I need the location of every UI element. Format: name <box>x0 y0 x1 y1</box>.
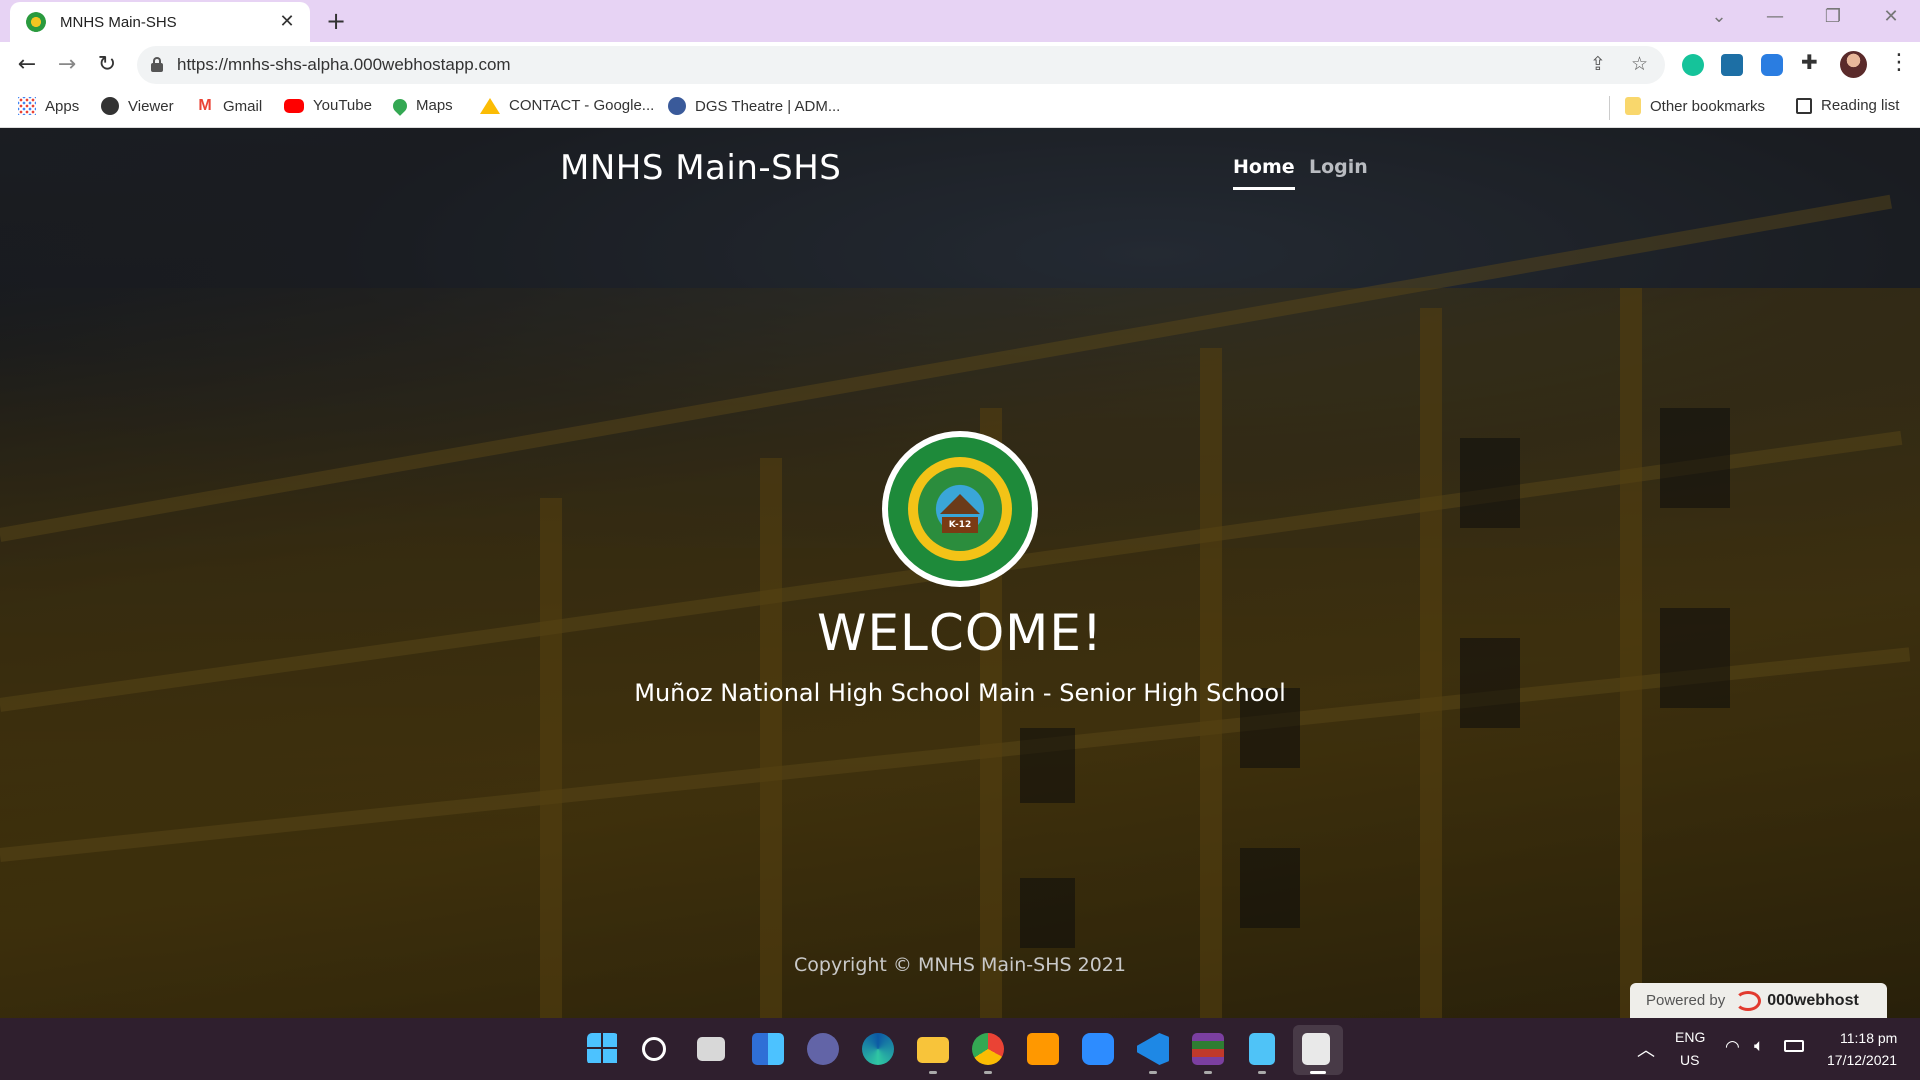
file-explorer-icon[interactable] <box>917 1037 949 1063</box>
vscode-icon[interactable] <box>1137 1033 1169 1065</box>
chrome-running-indicator <box>984 1071 992 1074</box>
wifi-icon[interactable]: ◠ <box>1725 1037 1740 1057</box>
browser-menu-icon[interactable]: ⋮ <box>1888 50 1910 75</box>
snipping-tool-running-indicator <box>1310 1071 1326 1074</box>
teams-chat-icon[interactable] <box>807 1033 839 1065</box>
close-window-icon[interactable]: ✕ <box>1876 6 1906 27</box>
bookmark-maps[interactable]: Maps <box>390 95 453 116</box>
close-tab-icon[interactable]: ✕ <box>276 11 298 32</box>
input-region[interactable]: US <box>1680 1052 1699 1068</box>
bookmark-gmail[interactable]: M Gmail <box>196 97 262 115</box>
task-view-icon[interactable] <box>697 1037 725 1061</box>
powered-by-badge[interactable]: Powered by 000webhost <box>1630 983 1887 1018</box>
winrar-running-indicator <box>1204 1071 1212 1074</box>
browser-tab[interactable]: MNHS Main-SHS ✕ <box>10 2 310 42</box>
file-explorer-running-indicator <box>929 1071 937 1074</box>
bookmark-apps[interactable]: Apps <box>18 97 79 115</box>
globe-icon <box>101 97 119 115</box>
share-icon[interactable]: ⇪ <box>1590 53 1606 75</box>
new-tab-button[interactable]: + <box>326 7 346 35</box>
profile-avatar[interactable] <box>1840 51 1867 78</box>
youtube-icon <box>284 98 304 113</box>
tray-overflow-icon[interactable]: ︿ <box>1637 1036 1655 1062</box>
dgs-theatre-icon <box>668 97 686 115</box>
site-favicon-icon <box>26 12 46 32</box>
bookmark-viewer[interactable]: Viewer <box>101 97 174 115</box>
hero-section: MNHS Main-SHS Home Login K-12 WELCOME! M… <box>0 128 1920 1018</box>
search-icon[interactable] <box>642 1037 666 1061</box>
bookmark-dgs-theatre[interactable]: DGS Theatre | ADM... <box>668 97 840 115</box>
welcome-heading: WELCOME! <box>817 604 1103 662</box>
volume-icon[interactable]: 🔈︎ <box>1754 1036 1764 1056</box>
screen-recorder-extension-icon[interactable] <box>1761 54 1783 76</box>
host-name: 000webhost <box>1767 991 1859 1009</box>
other-bookmarks-folder[interactable]: Other bookmarks <box>1625 97 1765 115</box>
dictionary-extension-icon[interactable] <box>1721 54 1743 76</box>
snipping-tool-icon[interactable] <box>1302 1033 1330 1065</box>
reading-list-icon <box>1796 97 1812 114</box>
zoom-icon[interactable] <box>1082 1033 1114 1065</box>
school-name-subtitle: Muñoz National High School Main - Senior… <box>634 679 1286 707</box>
browser-toolbar: ← → ↻ https://mnhs-shs-alpha.000webhosta… <box>0 42 1920 88</box>
back-button[interactable]: ← <box>12 50 42 80</box>
school-seal-logo: K-12 <box>882 431 1038 587</box>
winrar-icon[interactable] <box>1192 1033 1224 1065</box>
reading-list-button[interactable]: Reading list <box>1796 97 1899 114</box>
windows-taskbar: ︿ ENG US ◠ 🔈︎ 11:18 pm 17/12/2021 <box>0 1018 1920 1080</box>
clock-time[interactable]: 11:18 pm <box>1840 1030 1897 1046</box>
chrome-icon[interactable] <box>972 1033 1004 1065</box>
lock-icon[interactable] <box>151 57 163 72</box>
minimize-icon[interactable]: — <box>1760 6 1790 27</box>
windows-start-icon[interactable] <box>587 1033 619 1065</box>
widgets-icon[interactable] <box>752 1033 784 1065</box>
vscode-running-indicator <box>1149 1071 1157 1074</box>
bookmark-youtube[interactable]: YouTube <box>284 97 372 114</box>
maps-pin-icon <box>390 95 410 116</box>
gmail-icon: M <box>198 97 212 114</box>
logo-k12-label: K-12 <box>942 517 978 533</box>
forward-button[interactable]: → <box>52 50 82 80</box>
address-bar[interactable]: https://mnhs-shs-alpha.000webhostapp.com… <box>137 46 1665 84</box>
site-brand[interactable]: MNHS Main-SHS <box>560 148 841 188</box>
bookmarks-separator <box>1609 96 1610 120</box>
grammarly-extension-icon[interactable] <box>1682 54 1704 76</box>
url-text[interactable]: https://mnhs-shs-alpha.000webhostapp.com <box>177 55 511 75</box>
apps-grid-icon <box>18 97 36 115</box>
reload-button[interactable]: ↻ <box>92 50 122 80</box>
google-drive-icon <box>480 97 500 114</box>
powered-by-label: Powered by <box>1646 992 1726 1009</box>
bookmarks-bar: Apps Viewer M Gmail YouTube Maps CONTACT… <box>0 88 1920 128</box>
000webhost-logo-icon <box>1735 990 1762 1011</box>
input-language[interactable]: ENG <box>1675 1029 1705 1045</box>
extensions-puzzle-icon[interactable]: ✚ <box>1801 50 1823 74</box>
edge-icon[interactable] <box>862 1033 894 1065</box>
browser-tab-strip: MNHS Main-SHS ✕ + ⌄ — ❐ ✕ <box>0 0 1920 42</box>
nav-login-link[interactable]: Login <box>1309 156 1368 178</box>
notepad-icon[interactable] <box>1249 1033 1275 1065</box>
sublime-text-icon[interactable] <box>1027 1033 1059 1065</box>
tab-title: MNHS Main-SHS <box>60 13 177 31</box>
battery-icon[interactable] <box>1784 1040 1804 1052</box>
clock-date[interactable]: 17/12/2021 <box>1827 1052 1897 1068</box>
notepad-running-indicator <box>1258 1071 1266 1074</box>
copyright-text: Copyright © MNHS Main-SHS 2021 <box>794 954 1126 976</box>
bookmark-star-icon[interactable]: ☆ <box>1631 53 1648 75</box>
restore-icon[interactable]: ❐ <box>1818 6 1848 27</box>
folder-icon <box>1625 97 1641 115</box>
tab-search-icon[interactable]: ⌄ <box>1704 6 1734 27</box>
nav-home-link[interactable]: Home <box>1233 156 1295 190</box>
bookmark-contact-google[interactable]: CONTACT - Google... <box>480 97 654 114</box>
